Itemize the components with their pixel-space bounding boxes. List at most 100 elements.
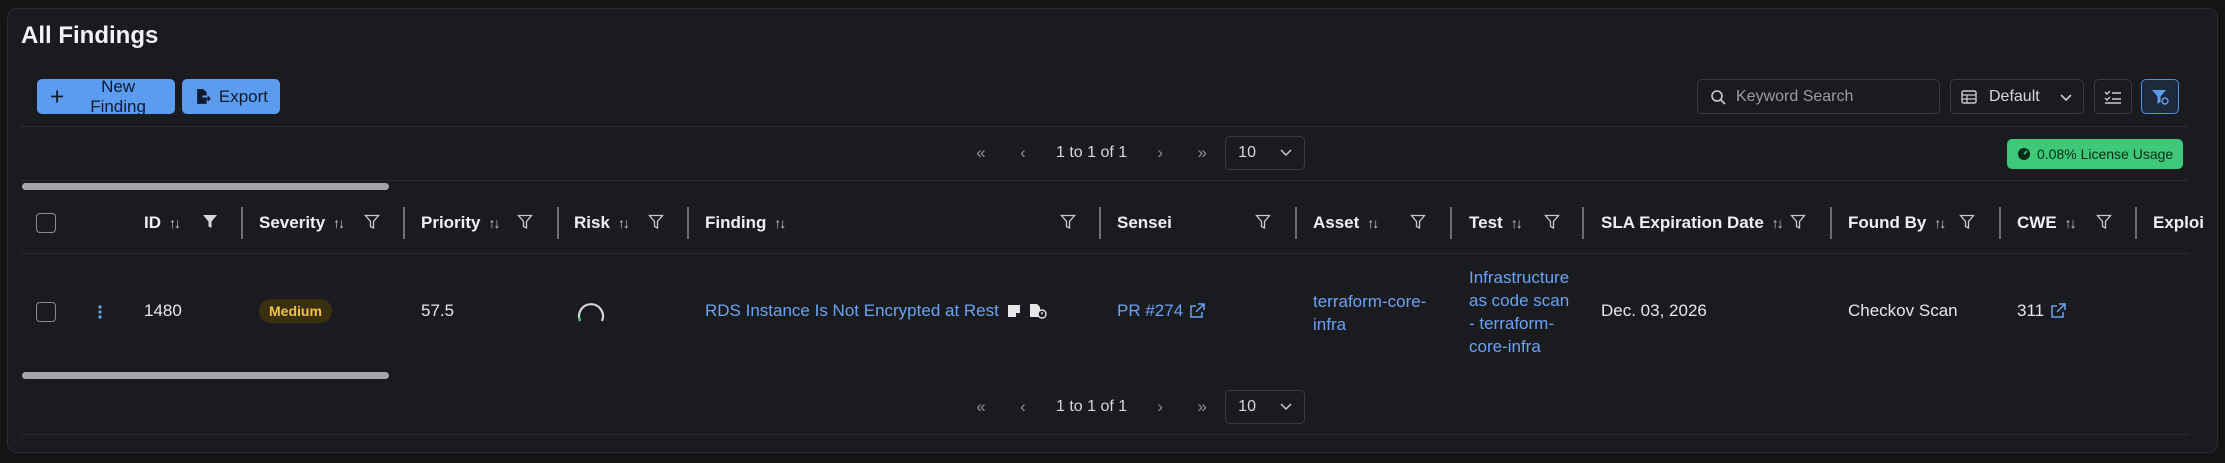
column-settings-button[interactable] xyxy=(2094,79,2132,114)
prev-page-icon[interactable]: ‹ xyxy=(1002,397,1044,417)
sort-icon[interactable]: ↑↓ xyxy=(169,215,181,231)
divider xyxy=(21,434,2189,435)
page-title: All Findings xyxy=(21,22,159,49)
sort-icon[interactable]: ↑↓ xyxy=(2065,215,2077,231)
new-finding-button[interactable]: New Finding xyxy=(37,76,175,116)
column-label: CWE xyxy=(2017,213,2057,232)
sort-icon[interactable]: ↑↓ xyxy=(333,215,345,231)
cell-sla: Dec. 03, 2026 xyxy=(1601,301,1707,320)
column-header-sensei[interactable]: Sensei xyxy=(1117,205,1172,241)
cell-id: 1480 xyxy=(144,301,182,320)
column-divider[interactable] xyxy=(557,207,559,239)
list-check-icon xyxy=(2104,90,2121,104)
header-divider xyxy=(21,253,2189,254)
select-all-checkbox[interactable] xyxy=(36,213,56,233)
column-divider[interactable] xyxy=(687,207,689,239)
sensei-link[interactable]: PR #274 xyxy=(1117,301,1183,321)
filter-icon[interactable] xyxy=(517,214,533,230)
column-divider[interactable] xyxy=(1450,207,1452,239)
row-actions-icon[interactable] xyxy=(97,304,103,320)
next-page-icon[interactable]: › xyxy=(1139,143,1181,163)
export-button[interactable]: Export xyxy=(182,79,280,114)
view-select-label: Default xyxy=(1989,87,2040,105)
horizontal-scrollbar-bottom[interactable] xyxy=(22,372,389,379)
column-label: ID xyxy=(144,213,161,232)
sort-icon[interactable]: ↑↓ xyxy=(1772,215,1784,231)
last-page-icon[interactable]: » xyxy=(1181,397,1223,417)
file-alert-icon[interactable] xyxy=(1029,303,1047,319)
asset-line: terraform-core- xyxy=(1313,292,1427,311)
sort-icon[interactable]: ↑↓ xyxy=(1934,215,1946,231)
column-divider[interactable] xyxy=(403,207,405,239)
column-header-priority[interactable]: Priority ↑↓ xyxy=(421,205,501,241)
column-divider[interactable] xyxy=(1999,207,2001,239)
column-divider[interactable] xyxy=(2135,207,2137,239)
cell-found-by: Checkov Scan xyxy=(1848,301,1958,320)
cell-test[interactable]: Infrastructure as code scan - terraform-… xyxy=(1469,266,1569,358)
column-header-cwe[interactable]: CWE ↑↓ xyxy=(2017,205,2077,241)
note-icon[interactable] xyxy=(1007,304,1021,318)
filter-icon[interactable] xyxy=(1410,214,1426,230)
filter-icon[interactable] xyxy=(2096,214,2112,230)
column-divider[interactable] xyxy=(241,207,243,239)
cwe-value[interactable]: 311 xyxy=(2017,301,2044,321)
external-link-icon[interactable] xyxy=(2050,303,2066,319)
severity-badge: Medium xyxy=(259,299,332,323)
column-divider[interactable] xyxy=(1830,207,1832,239)
sort-icon[interactable]: ↑↓ xyxy=(489,215,501,231)
sort-icon[interactable]: ↑↓ xyxy=(618,215,630,231)
first-page-icon[interactable]: « xyxy=(960,143,1002,163)
page-size-select[interactable]: 10 xyxy=(1225,390,1306,424)
column-divider[interactable] xyxy=(1295,207,1297,239)
row-checkbox[interactable] xyxy=(36,302,56,322)
filter-icon[interactable] xyxy=(1060,214,1076,230)
cell-asset[interactable]: terraform-core- infra xyxy=(1313,290,1426,336)
sort-icon[interactable]: ↑↓ xyxy=(1511,215,1523,231)
column-header-asset[interactable]: Asset ↑↓ xyxy=(1313,205,1379,241)
keyword-search[interactable] xyxy=(1697,79,1940,114)
filter-icon[interactable] xyxy=(648,214,664,230)
sort-icon[interactable]: ↑↓ xyxy=(1367,215,1379,231)
filter-icon[interactable] xyxy=(1255,214,1271,230)
new-finding-label: New Finding xyxy=(90,76,146,116)
sort-icon[interactable]: ↑↓ xyxy=(774,215,786,231)
filter-icon[interactable] xyxy=(364,214,380,230)
prev-page-icon[interactable]: ‹ xyxy=(1002,143,1044,163)
column-divider[interactable] xyxy=(1582,207,1584,239)
pagination-top: « ‹ 1 to 1 of 1 › » 10 xyxy=(960,135,1306,171)
external-link-icon[interactable] xyxy=(1189,303,1205,319)
export-label: Export xyxy=(218,86,268,106)
plus-icon xyxy=(51,90,64,103)
column-label: Asset xyxy=(1313,213,1360,232)
test-line: Infrastructure xyxy=(1469,268,1570,287)
column-header-finding[interactable]: Finding ↑↓ xyxy=(705,205,786,241)
filter-toggle-button[interactable] xyxy=(2141,79,2179,114)
finding-link[interactable]: RDS Instance Is Not Encrypted at Rest xyxy=(705,301,999,321)
column-label: Severity xyxy=(259,213,326,232)
column-header-found-by[interactable]: Found By ↑↓ xyxy=(1848,205,1946,241)
column-label: Exploi xyxy=(2153,213,2205,232)
cell-sensei: PR #274 xyxy=(1117,301,1205,321)
horizontal-scrollbar-top[interactable] xyxy=(22,183,389,190)
divider xyxy=(21,126,2189,127)
test-line: - terraform- xyxy=(1469,314,1554,333)
column-header-severity[interactable]: Severity ↑↓ xyxy=(259,205,345,241)
column-header-risk[interactable]: Risk ↑↓ xyxy=(574,205,630,241)
first-page-icon[interactable]: « xyxy=(960,397,1002,417)
filter-icon[interactable] xyxy=(1959,214,1975,230)
cell-cwe: 311 xyxy=(2017,301,2066,321)
filter-active-icon[interactable] xyxy=(202,214,218,230)
column-header-exploit[interactable]: Exploi xyxy=(2153,205,2211,241)
column-divider[interactable] xyxy=(1099,207,1101,239)
column-header-id[interactable]: ID ↑↓ xyxy=(144,205,181,241)
last-page-icon[interactable]: » xyxy=(1181,143,1223,163)
risk-gauge-icon xyxy=(577,303,605,322)
page-size-select[interactable]: 10 xyxy=(1225,136,1306,170)
column-header-sla[interactable]: SLA Expiration Date ↑↓ xyxy=(1601,205,1784,241)
filter-icon[interactable] xyxy=(1790,214,1806,230)
column-header-test[interactable]: Test ↑↓ xyxy=(1469,205,1523,241)
view-select[interactable]: Default xyxy=(1950,79,2084,114)
filter-icon[interactable] xyxy=(1544,214,1560,230)
next-page-icon[interactable]: › xyxy=(1139,397,1181,417)
search-input[interactable] xyxy=(1736,87,1926,106)
